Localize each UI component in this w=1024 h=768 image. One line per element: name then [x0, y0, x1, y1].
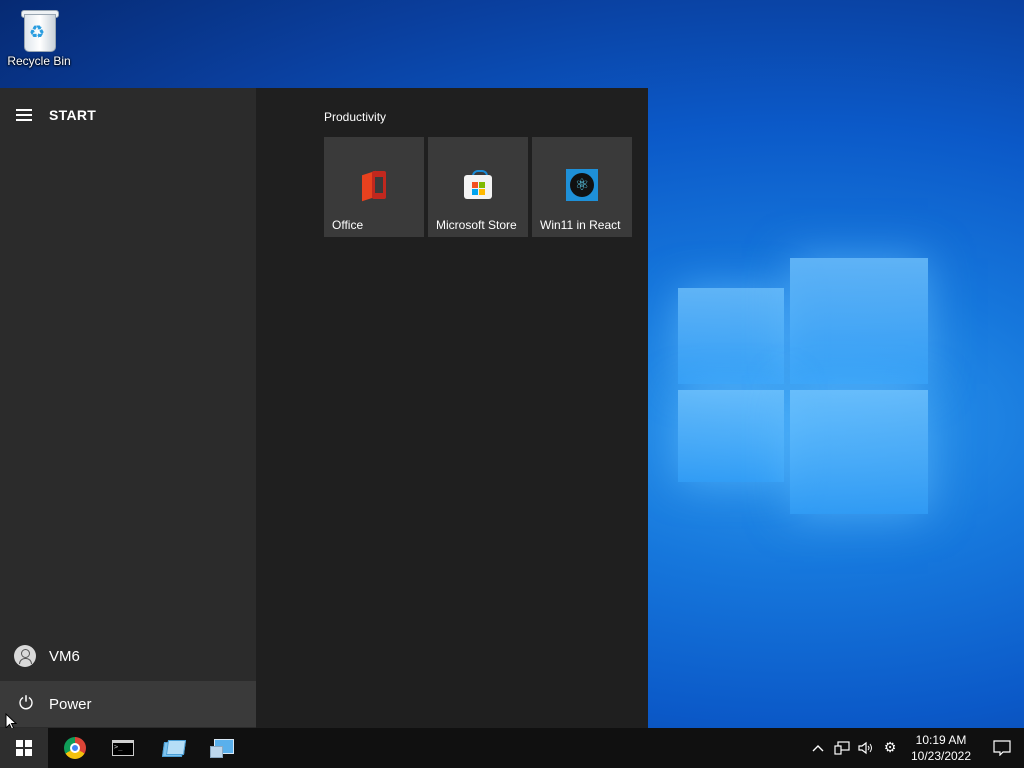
this-pc-icon — [210, 738, 234, 758]
tile-label: Win11 in React — [540, 218, 621, 232]
clock[interactable]: 10:19 AM 10/23/2022 — [908, 732, 974, 764]
tile-microsoft-store[interactable]: Microsoft Store — [428, 137, 528, 237]
notification-icon — [993, 740, 1011, 756]
start-button[interactable] — [0, 728, 48, 768]
action-center-button[interactable] — [980, 728, 1024, 768]
network-icon[interactable] — [830, 728, 854, 768]
hamburger-menu-icon[interactable] — [16, 108, 34, 122]
tile-label: Microsoft Store — [436, 218, 517, 232]
user-icon — [14, 645, 36, 667]
power-icon: ⏻ — [18, 693, 34, 714]
volume-icon[interactable] — [854, 728, 878, 768]
start-menu-title: START — [49, 107, 97, 123]
power-button[interactable]: ⏻ Power — [0, 681, 256, 727]
desktop-icon-label: Recycle Bin — [7, 54, 71, 68]
microsoft-store-icon — [462, 169, 494, 201]
chrome-icon — [64, 737, 86, 759]
power-label: Power — [49, 695, 92, 713]
recycle-bin-icon: ♻ — [21, 8, 59, 52]
tile-group-title: Productivity — [324, 110, 387, 124]
tile-label: Office — [332, 218, 364, 232]
start-menu-tiles-pane: Productivity Office Microsoft Store ⚛ Wi… — [256, 88, 648, 728]
tile-win11-in-react[interactable]: ⚛ Win11 in React — [532, 137, 632, 237]
taskbar-terminal[interactable]: >_ — [99, 728, 147, 768]
react-icon: ⚛ — [566, 169, 598, 201]
start-menu-sidebar: START VM6 ⏻ Power — [0, 88, 256, 728]
wallpaper-windows-logo — [678, 258, 928, 514]
settings-gear-icon[interactable]: ⚙ — [878, 728, 902, 768]
taskbar: >_ ⚙ 10:19 AM 10/23/2022 — [0, 728, 1024, 768]
windows-logo-icon — [16, 740, 32, 756]
file-explorer-icon — [162, 739, 184, 757]
tile-office[interactable]: Office — [324, 137, 424, 237]
desktop-icon-recycle-bin[interactable]: ♻ Recycle Bin — [4, 6, 74, 68]
system-tray: ⚙ 10:19 AM 10/23/2022 — [806, 728, 1024, 768]
clock-date: 10/23/2022 — [910, 749, 972, 763]
start-menu-header: START — [16, 107, 96, 123]
user-name: VM6 — [49, 647, 80, 665]
user-account-button[interactable]: VM6 — [0, 633, 256, 679]
taskbar-chrome[interactable] — [51, 728, 99, 768]
office-icon — [358, 169, 390, 202]
show-hidden-icons-chevron-icon[interactable] — [806, 728, 830, 768]
terminal-icon: >_ — [112, 740, 134, 756]
clock-time: 10:19 AM — [915, 733, 967, 747]
taskbar-file-explorer[interactable] — [149, 728, 197, 768]
taskbar-this-pc[interactable] — [198, 728, 246, 768]
